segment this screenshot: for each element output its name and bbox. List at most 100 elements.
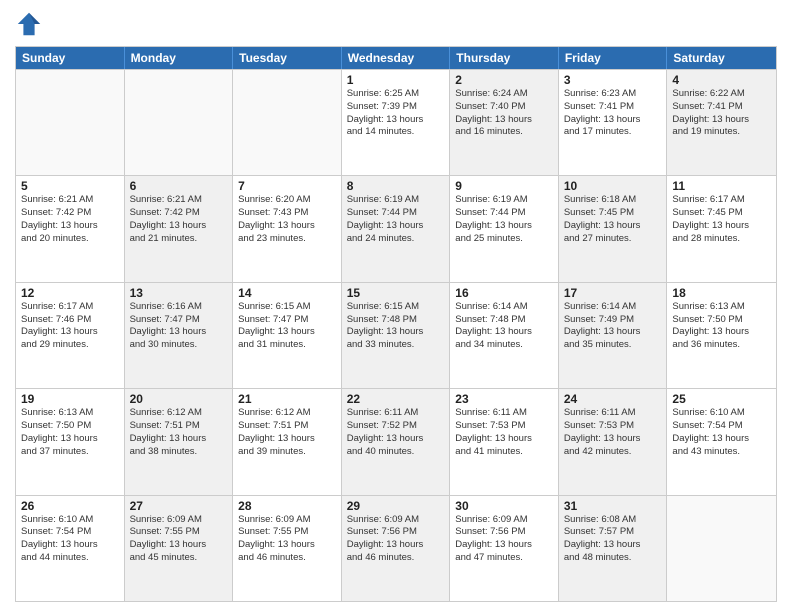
calendar-cell: 7Sunrise: 6:20 AM Sunset: 7:43 PM Daylig… <box>233 176 342 281</box>
calendar-cell: 15Sunrise: 6:15 AM Sunset: 7:48 PM Dayli… <box>342 283 451 388</box>
calendar-cell: 25Sunrise: 6:10 AM Sunset: 7:54 PM Dayli… <box>667 389 776 494</box>
calendar-cell: 22Sunrise: 6:11 AM Sunset: 7:52 PM Dayli… <box>342 389 451 494</box>
calendar-row: 1Sunrise: 6:25 AM Sunset: 7:39 PM Daylig… <box>16 69 776 175</box>
weekday-header: Friday <box>559 47 668 69</box>
calendar-cell: 28Sunrise: 6:09 AM Sunset: 7:55 PM Dayli… <box>233 496 342 601</box>
calendar-cell: 12Sunrise: 6:17 AM Sunset: 7:46 PM Dayli… <box>16 283 125 388</box>
weekday-header: Saturday <box>667 47 776 69</box>
cell-info: Sunrise: 6:08 AM Sunset: 7:57 PM Dayligh… <box>564 514 662 565</box>
day-number: 1 <box>347 73 445 87</box>
cell-info: Sunrise: 6:13 AM Sunset: 7:50 PM Dayligh… <box>21 407 119 458</box>
cell-info: Sunrise: 6:21 AM Sunset: 7:42 PM Dayligh… <box>130 194 228 245</box>
calendar-cell: 30Sunrise: 6:09 AM Sunset: 7:56 PM Dayli… <box>450 496 559 601</box>
cell-info: Sunrise: 6:21 AM Sunset: 7:42 PM Dayligh… <box>21 194 119 245</box>
cell-info: Sunrise: 6:17 AM Sunset: 7:46 PM Dayligh… <box>21 301 119 352</box>
day-number: 10 <box>564 179 662 193</box>
day-number: 26 <box>21 499 119 513</box>
calendar-cell: 31Sunrise: 6:08 AM Sunset: 7:57 PM Dayli… <box>559 496 668 601</box>
calendar-cell: 26Sunrise: 6:10 AM Sunset: 7:54 PM Dayli… <box>16 496 125 601</box>
day-number: 25 <box>672 392 771 406</box>
calendar-cell: 3Sunrise: 6:23 AM Sunset: 7:41 PM Daylig… <box>559 70 668 175</box>
cell-info: Sunrise: 6:19 AM Sunset: 7:44 PM Dayligh… <box>347 194 445 245</box>
cell-info: Sunrise: 6:09 AM Sunset: 7:56 PM Dayligh… <box>347 514 445 565</box>
calendar-cell <box>16 70 125 175</box>
cell-info: Sunrise: 6:18 AM Sunset: 7:45 PM Dayligh… <box>564 194 662 245</box>
calendar-cell <box>233 70 342 175</box>
cell-info: Sunrise: 6:15 AM Sunset: 7:47 PM Dayligh… <box>238 301 336 352</box>
calendar-cell: 6Sunrise: 6:21 AM Sunset: 7:42 PM Daylig… <box>125 176 234 281</box>
calendar-row: 26Sunrise: 6:10 AM Sunset: 7:54 PM Dayli… <box>16 495 776 601</box>
calendar-cell: 5Sunrise: 6:21 AM Sunset: 7:42 PM Daylig… <box>16 176 125 281</box>
calendar: SundayMondayTuesdayWednesdayThursdayFrid… <box>15 46 777 602</box>
calendar-cell <box>667 496 776 601</box>
day-number: 8 <box>347 179 445 193</box>
calendar-cell: 2Sunrise: 6:24 AM Sunset: 7:40 PM Daylig… <box>450 70 559 175</box>
day-number: 29 <box>347 499 445 513</box>
calendar-cell: 18Sunrise: 6:13 AM Sunset: 7:50 PM Dayli… <box>667 283 776 388</box>
day-number: 18 <box>672 286 771 300</box>
calendar-cell: 1Sunrise: 6:25 AM Sunset: 7:39 PM Daylig… <box>342 70 451 175</box>
day-number: 14 <box>238 286 336 300</box>
calendar-row: 12Sunrise: 6:17 AM Sunset: 7:46 PM Dayli… <box>16 282 776 388</box>
cell-info: Sunrise: 6:16 AM Sunset: 7:47 PM Dayligh… <box>130 301 228 352</box>
calendar-cell: 19Sunrise: 6:13 AM Sunset: 7:50 PM Dayli… <box>16 389 125 494</box>
calendar-header: SundayMondayTuesdayWednesdayThursdayFrid… <box>16 47 776 69</box>
cell-info: Sunrise: 6:14 AM Sunset: 7:48 PM Dayligh… <box>455 301 553 352</box>
cell-info: Sunrise: 6:09 AM Sunset: 7:55 PM Dayligh… <box>130 514 228 565</box>
calendar-cell: 13Sunrise: 6:16 AM Sunset: 7:47 PM Dayli… <box>125 283 234 388</box>
weekday-header: Wednesday <box>342 47 451 69</box>
cell-info: Sunrise: 6:10 AM Sunset: 7:54 PM Dayligh… <box>672 407 771 458</box>
calendar-cell: 24Sunrise: 6:11 AM Sunset: 7:53 PM Dayli… <box>559 389 668 494</box>
weekday-header: Tuesday <box>233 47 342 69</box>
day-number: 12 <box>21 286 119 300</box>
calendar-cell <box>125 70 234 175</box>
day-number: 30 <box>455 499 553 513</box>
calendar-cell: 11Sunrise: 6:17 AM Sunset: 7:45 PM Dayli… <box>667 176 776 281</box>
cell-info: Sunrise: 6:09 AM Sunset: 7:55 PM Dayligh… <box>238 514 336 565</box>
cell-info: Sunrise: 6:12 AM Sunset: 7:51 PM Dayligh… <box>238 407 336 458</box>
day-number: 5 <box>21 179 119 193</box>
calendar-cell: 21Sunrise: 6:12 AM Sunset: 7:51 PM Dayli… <box>233 389 342 494</box>
calendar-cell: 16Sunrise: 6:14 AM Sunset: 7:48 PM Dayli… <box>450 283 559 388</box>
cell-info: Sunrise: 6:12 AM Sunset: 7:51 PM Dayligh… <box>130 407 228 458</box>
day-number: 3 <box>564 73 662 87</box>
day-number: 2 <box>455 73 553 87</box>
cell-info: Sunrise: 6:19 AM Sunset: 7:44 PM Dayligh… <box>455 194 553 245</box>
calendar-cell: 4Sunrise: 6:22 AM Sunset: 7:41 PM Daylig… <box>667 70 776 175</box>
cell-info: Sunrise: 6:10 AM Sunset: 7:54 PM Dayligh… <box>21 514 119 565</box>
day-number: 20 <box>130 392 228 406</box>
cell-info: Sunrise: 6:13 AM Sunset: 7:50 PM Dayligh… <box>672 301 771 352</box>
calendar-cell: 9Sunrise: 6:19 AM Sunset: 7:44 PM Daylig… <box>450 176 559 281</box>
logo-icon <box>15 10 43 38</box>
day-number: 16 <box>455 286 553 300</box>
cell-info: Sunrise: 6:15 AM Sunset: 7:48 PM Dayligh… <box>347 301 445 352</box>
calendar-cell: 17Sunrise: 6:14 AM Sunset: 7:49 PM Dayli… <box>559 283 668 388</box>
day-number: 23 <box>455 392 553 406</box>
calendar-cell: 27Sunrise: 6:09 AM Sunset: 7:55 PM Dayli… <box>125 496 234 601</box>
calendar-cell: 23Sunrise: 6:11 AM Sunset: 7:53 PM Dayli… <box>450 389 559 494</box>
calendar-cell: 29Sunrise: 6:09 AM Sunset: 7:56 PM Dayli… <box>342 496 451 601</box>
cell-info: Sunrise: 6:11 AM Sunset: 7:53 PM Dayligh… <box>455 407 553 458</box>
day-number: 27 <box>130 499 228 513</box>
day-number: 11 <box>672 179 771 193</box>
weekday-header: Monday <box>125 47 234 69</box>
calendar-row: 5Sunrise: 6:21 AM Sunset: 7:42 PM Daylig… <box>16 175 776 281</box>
cell-info: Sunrise: 6:20 AM Sunset: 7:43 PM Dayligh… <box>238 194 336 245</box>
cell-info: Sunrise: 6:25 AM Sunset: 7:39 PM Dayligh… <box>347 88 445 139</box>
day-number: 21 <box>238 392 336 406</box>
day-number: 19 <box>21 392 119 406</box>
day-number: 15 <box>347 286 445 300</box>
cell-info: Sunrise: 6:11 AM Sunset: 7:53 PM Dayligh… <box>564 407 662 458</box>
cell-info: Sunrise: 6:24 AM Sunset: 7:40 PM Dayligh… <box>455 88 553 139</box>
day-number: 17 <box>564 286 662 300</box>
cell-info: Sunrise: 6:23 AM Sunset: 7:41 PM Dayligh… <box>564 88 662 139</box>
day-number: 13 <box>130 286 228 300</box>
cell-info: Sunrise: 6:11 AM Sunset: 7:52 PM Dayligh… <box>347 407 445 458</box>
calendar-cell: 14Sunrise: 6:15 AM Sunset: 7:47 PM Dayli… <box>233 283 342 388</box>
calendar-cell: 8Sunrise: 6:19 AM Sunset: 7:44 PM Daylig… <box>342 176 451 281</box>
day-number: 31 <box>564 499 662 513</box>
weekday-header: Sunday <box>16 47 125 69</box>
day-number: 22 <box>347 392 445 406</box>
day-number: 6 <box>130 179 228 193</box>
calendar-cell: 10Sunrise: 6:18 AM Sunset: 7:45 PM Dayli… <box>559 176 668 281</box>
